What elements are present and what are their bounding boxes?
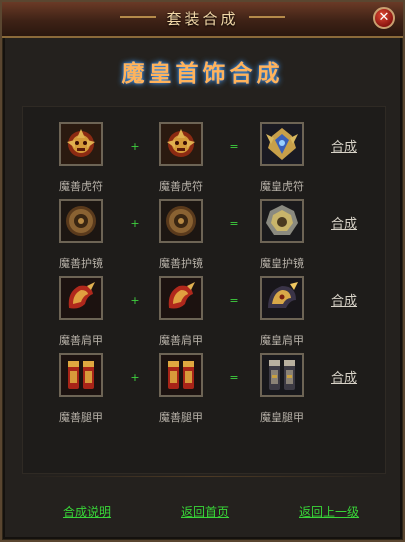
item-name: 魔善腿甲 bbox=[59, 411, 103, 424]
input-slot-b[interactable] bbox=[159, 122, 203, 166]
close-button[interactable]: ✕ bbox=[373, 7, 395, 29]
compose-help-link[interactable]: 合成说明 bbox=[63, 503, 111, 520]
shoulder-armor-icon bbox=[262, 278, 302, 318]
return-home-link[interactable]: 返回首页 bbox=[181, 503, 229, 520]
mirror-shield-icon bbox=[262, 201, 302, 241]
item-name: 魔善虎符 bbox=[59, 180, 103, 193]
result-slot[interactable] bbox=[260, 276, 304, 320]
item-name: 魔善腿甲 bbox=[159, 411, 203, 424]
plus-sign: + bbox=[130, 294, 140, 307]
input-slot-a[interactable] bbox=[59, 199, 103, 243]
item-name: 魔善肩甲 bbox=[159, 334, 203, 347]
input-slot-b[interactable] bbox=[159, 353, 203, 397]
plus-sign: + bbox=[130, 371, 140, 384]
recipe-row: + = 合成 魔善肩甲 魔善肩甲 魔皇肩甲 bbox=[2, 276, 405, 347]
result-slot[interactable] bbox=[260, 122, 304, 166]
compose-button[interactable]: 合成 bbox=[331, 136, 357, 155]
plus-sign: + bbox=[130, 217, 140, 230]
page-heading: 魔皇首饰合成 bbox=[121, 60, 284, 87]
input-slot-a[interactable] bbox=[59, 276, 103, 320]
leg-armor-icon bbox=[262, 355, 302, 395]
result-name: 魔皇虎符 bbox=[260, 180, 304, 193]
equals-sign: = bbox=[229, 217, 239, 230]
shoulder-armor-icon bbox=[161, 278, 201, 318]
close-icon: ✕ bbox=[378, 10, 390, 25]
recipe-row: + = 合成 魔善虎符 魔善虎符 魔皇虎符 bbox=[2, 122, 405, 193]
input-slot-b[interactable] bbox=[159, 276, 203, 320]
window-title: 套装合成 bbox=[166, 10, 239, 28]
tiger-talisman-icon bbox=[61, 124, 101, 164]
title-bar: 套装合成 ✕ bbox=[2, 2, 403, 38]
footer-divider bbox=[24, 476, 384, 477]
equals-sign: = bbox=[229, 294, 239, 307]
recipe-row: + = 合成 魔善护镜 魔善护镜 魔皇护镜 bbox=[2, 199, 405, 270]
recipe-row: + = 合成 魔善腿甲 魔善腿甲 魔皇腿甲 bbox=[2, 353, 405, 424]
title-ornament-right bbox=[249, 16, 285, 18]
equals-sign: = bbox=[229, 371, 239, 384]
compose-button[interactable]: 合成 bbox=[331, 367, 357, 386]
back-link[interactable]: 返回上一级 bbox=[299, 503, 359, 520]
result-name: 魔皇腿甲 bbox=[260, 411, 304, 424]
equals-sign: = bbox=[229, 140, 239, 153]
result-name: 魔皇肩甲 bbox=[260, 334, 304, 347]
tiger-talisman-icon bbox=[161, 124, 201, 164]
result-slot[interactable] bbox=[260, 353, 304, 397]
item-name: 魔善护镜 bbox=[159, 257, 203, 270]
leg-armor-icon bbox=[61, 355, 101, 395]
compose-button[interactable]: 合成 bbox=[331, 290, 357, 309]
compose-button[interactable]: 合成 bbox=[331, 213, 357, 232]
input-slot-b[interactable] bbox=[159, 199, 203, 243]
tiger-talisman-icon bbox=[262, 124, 302, 164]
input-slot-a[interactable] bbox=[59, 122, 103, 166]
plus-sign: + bbox=[130, 140, 140, 153]
item-name: 魔善护镜 bbox=[59, 257, 103, 270]
input-slot-a[interactable] bbox=[59, 353, 103, 397]
item-name: 魔善肩甲 bbox=[59, 334, 103, 347]
result-slot[interactable] bbox=[260, 199, 304, 243]
mirror-shield-icon bbox=[61, 201, 101, 241]
shoulder-armor-icon bbox=[61, 278, 101, 318]
result-name: 魔皇护镜 bbox=[260, 257, 304, 270]
mirror-shield-icon bbox=[161, 201, 201, 241]
item-name: 魔善虎符 bbox=[159, 180, 203, 193]
compose-window: 套装合成 ✕ 魔皇首饰合成 + = 合成 魔善虎符 魔善虎符 魔皇虎符 + = … bbox=[0, 0, 405, 542]
leg-armor-icon bbox=[161, 355, 201, 395]
